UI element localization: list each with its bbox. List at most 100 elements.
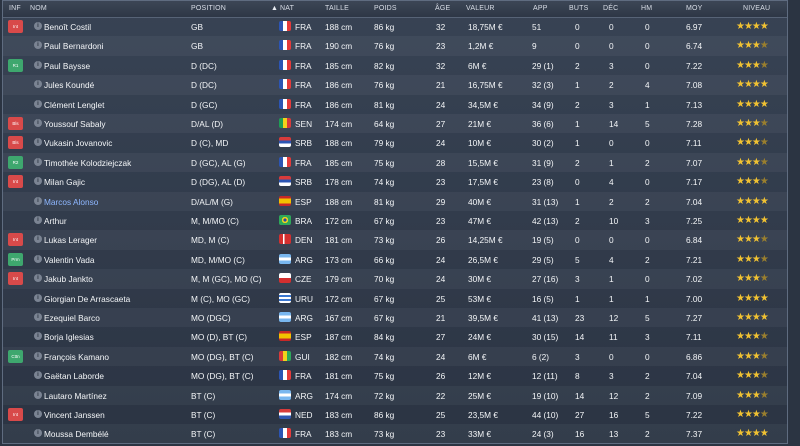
header-hm[interactable]: HM <box>641 5 652 12</box>
status-badge[interactable]: R1 <box>8 58 23 72</box>
info-icon[interactable]: i <box>34 254 42 263</box>
header-taille[interactable]: TAILLE <box>325 5 349 12</box>
player-name[interactable]: Moussa Dembélé <box>44 429 109 439</box>
info-icon[interactable]: i <box>34 119 42 127</box>
player-name[interactable]: Gaëtan Laborde <box>44 371 104 381</box>
status-badge[interactable]: Int <box>8 233 23 247</box>
info-icon[interactable]: i <box>34 99 42 108</box>
player-row[interactable]: i Gaëtan Laborde MO (DG), BT (C) FRA 181 cm 7… <box>3 366 787 385</box>
player-row[interactable]: Int i Vincent Janssen BT (C) NED 183 cm 86 kg 2… <box>3 405 787 424</box>
player-assists: 0 <box>609 351 614 362</box>
info-icon[interactable]: i <box>34 196 42 205</box>
player-row[interactable]: i Arthur M, M/MO (C) BRA 172 cm 67 kg 23 47M €4… <box>3 211 787 230</box>
header-niveau[interactable]: NIVEAU <box>743 5 770 12</box>
info-icon[interactable]: i <box>34 80 42 89</box>
player-name[interactable]: Vukasin Jovanovic <box>44 138 112 148</box>
player-name[interactable]: Jakub Jankto <box>44 274 93 284</box>
header-app[interactable]: APP <box>533 5 548 12</box>
player-row[interactable]: i Jules Koundé D (DC) FRA 186 cm 76 kg 21 16,75… <box>3 75 787 94</box>
status-badge[interactable]: Int <box>8 175 23 189</box>
info-icon[interactable]: i <box>34 371 42 380</box>
info-icon[interactable]: i <box>34 60 42 69</box>
player-name[interactable]: Marcos Alonso <box>44 197 98 207</box>
player-row[interactable]: R1 i Paul Baysse D (DC) FRA 185 cm 82 kg 32 6M €… <box>3 56 787 75</box>
player-row[interactable]: Prm i Valentin Vada MD, M/MO (C) ARG 173 cm 66… <box>3 250 787 269</box>
sort-asc-icon[interactable]: ▲ <box>271 5 278 12</box>
info-icon[interactable]: i <box>34 313 42 321</box>
header-valeur[interactable]: VALEUR <box>466 5 495 12</box>
header-nat[interactable]: NAT <box>280 5 294 12</box>
status-badge[interactable]: R2 <box>8 155 23 169</box>
player-name[interactable]: Lukas Lerager <box>44 235 97 245</box>
player-name[interactable]: Youssouf Sabaly <box>44 119 106 129</box>
status-badge[interactable]: Int <box>8 408 23 421</box>
status-badge[interactable]: Cttn <box>8 349 23 363</box>
info-icon[interactable]: i <box>34 429 42 438</box>
info-icon[interactable]: i <box>34 41 42 50</box>
player-name[interactable]: Valentin Vada <box>44 255 94 265</box>
player-name[interactable]: Clément Lenglet <box>44 100 104 110</box>
player-row[interactable]: i Clément Lenglet D (GC) FRA 186 cm 81 kg 24 34… <box>3 95 787 114</box>
player-value: 40M € <box>468 196 492 207</box>
player-name[interactable]: Milan Gajic <box>44 177 85 187</box>
player-row[interactable]: i Borja Iglesias MO (D), BT (C) ESP 187 cm 84… <box>3 327 787 346</box>
player-row[interactable]: Bls i Vukasin Jovanovic D (C), MD SRB 188 cm 7… <box>3 133 787 152</box>
info-icon[interactable]: i <box>34 22 42 30</box>
info-icon[interactable]: i <box>34 177 42 186</box>
info-icon[interactable]: i <box>34 216 42 224</box>
player-row[interactable]: R2 i Timothée Kolodziejczak D (GC), AL (G) F… <box>3 153 787 172</box>
info-icon[interactable]: i <box>34 157 42 166</box>
player-assists: 1 <box>609 157 614 168</box>
player-name[interactable]: Timothée Kolodziejczak <box>44 158 131 168</box>
info-icon[interactable]: i <box>34 274 42 283</box>
player-row[interactable]: Bls i Youssouf Sabaly D/AL (D) SEN 174 cm 64 k… <box>3 114 787 133</box>
header-inf[interactable]: INF <box>9 5 21 12</box>
player-position: MO (DG), BT (C) <box>191 371 254 382</box>
player-weight: 76 kg <box>374 80 395 91</box>
player-name[interactable]: Giorgian De Arrascaeta <box>44 294 130 304</box>
header-position[interactable]: POSITION <box>191 5 226 12</box>
status-badge[interactable]: Bls <box>8 136 23 150</box>
player-row[interactable]: i Giorgian De Arrascaeta M (C), MO (GC) URU… <box>3 289 787 308</box>
ability-stars: ★★★★ <box>736 176 769 188</box>
status-badge[interactable]: Bls <box>8 117 23 130</box>
player-row[interactable]: i Marcos Alonso D/AL/M (G) ESP 188 cm 81 kg 29… <box>3 192 787 211</box>
header-dec[interactable]: DÉC <box>603 5 618 12</box>
info-icon[interactable]: i <box>34 293 42 302</box>
header-buts[interactable]: BUTS <box>569 5 588 12</box>
player-name[interactable]: Vincent Janssen <box>44 410 105 420</box>
info-icon[interactable]: i <box>34 390 42 399</box>
info-icon[interactable]: i <box>34 351 42 360</box>
header-poids[interactable]: POIDS <box>374 5 397 12</box>
info-icon[interactable]: i <box>34 235 42 244</box>
status-badge[interactable]: Prm <box>8 252 23 266</box>
status-badge[interactable]: Int <box>8 20 23 33</box>
player-name[interactable]: Benoît Costil <box>44 22 91 32</box>
info-icon[interactable]: i <box>34 410 42 418</box>
player-height: 188 cm <box>325 138 353 149</box>
player-row[interactable]: Int i Milan Gajic D (DG), AL (D) SRB 178 cm 74… <box>3 172 787 191</box>
player-name[interactable]: Ezequiel Barco <box>44 313 100 323</box>
header-age[interactable]: ÂGE <box>435 5 450 12</box>
player-row[interactable]: Cttn i François Kamano MO (DG), BT (C) GUI 18… <box>3 347 787 366</box>
player-row[interactable]: Int i Jakub Jankto M, M (GC), MO (C) CZE 179 … <box>3 269 787 288</box>
header-nom[interactable]: NOM <box>30 5 47 12</box>
player-row[interactable]: i Moussa Dembélé BT (C) FRA 183 cm 73 kg 23 33M… <box>3 424 787 443</box>
player-name[interactable]: Jules Koundé <box>44 80 94 90</box>
player-name[interactable]: Arthur <box>44 216 67 226</box>
player-name[interactable]: Paul Bernardoni <box>44 41 104 51</box>
status-badge[interactable]: Int <box>8 272 23 286</box>
player-row[interactable]: i Lautaro Martínez BT (C) ARG 174 cm 72 kg 22 2… <box>3 386 787 405</box>
player-name[interactable]: François Kamano <box>44 352 109 362</box>
header-moy[interactable]: MOY <box>686 5 703 12</box>
info-icon[interactable]: i <box>34 138 42 147</box>
info-icon[interactable]: i <box>34 332 42 341</box>
player-name[interactable]: Borja Iglesias <box>44 332 94 342</box>
player-row[interactable]: i Ezequiel Barco MO (DGC) ARG 167 cm 67 kg 21 3… <box>3 308 787 327</box>
player-mom: 3 <box>645 216 650 226</box>
player-row[interactable]: i Paul Bernardoni GB FRA 190 cm 76 kg 23 1,2M €… <box>3 36 787 55</box>
player-name[interactable]: Paul Baysse <box>44 61 90 71</box>
player-row[interactable]: Int i Benoît Costil GB FRA 188 cm 86 kg 32 18,75… <box>3 17 787 36</box>
player-row[interactable]: Int i Lukas Lerager MD, M (C) DEN 181 cm 73 kg… <box>3 230 787 249</box>
player-name[interactable]: Lautaro Martínez <box>44 391 107 401</box>
